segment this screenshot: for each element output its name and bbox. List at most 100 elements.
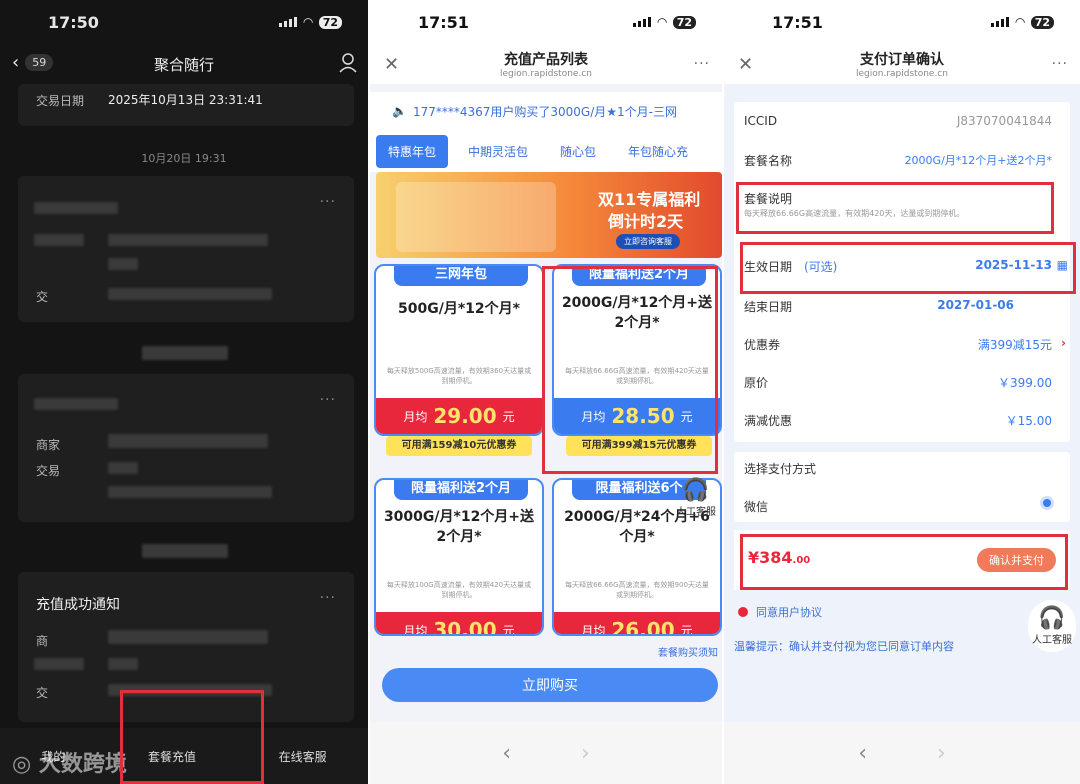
more-icon[interactable]: ··· [1052,56,1068,72]
end-label: 结束日期 [744,300,793,314]
forward-arrow-icon[interactable]: › [937,741,946,766]
wifi-icon: ◠ [657,15,667,29]
banner-button[interactable]: 立即咨询客服 [616,234,680,249]
method-label: 选择支付方式 [744,462,817,476]
status-bar: 17:50 ◠ 72 [0,0,368,44]
card-header: 限量福利送2个月 [572,266,706,286]
customer-service-button[interactable]: 🎧 人工客服 [676,478,716,518]
price-value: 28.50 [611,404,675,428]
card-header: 三网年包 [394,266,528,286]
payment-method: 选择支付方式 微信 [734,452,1070,522]
price-bar: 月均 29.00 元 [376,398,542,434]
agree-checkbox-icon[interactable] [738,607,748,617]
customer-service-button[interactable]: 🎧 人工客服 [1028,600,1076,652]
purchase-marquee: 🔈 177****4367用户购买了3000G/月★1个月-三网 [370,92,722,130]
promo-banner[interactable]: 双11专属福利 倒计时2天 立即咨询客服 [376,172,722,258]
speaker-icon: 🔈 [392,104,407,118]
more-icon[interactable]: ··· [320,590,336,606]
back-arrow-icon[interactable]: ‹ [858,741,867,766]
agree-label[interactable]: 同意用户协议 [756,604,822,620]
tab-flex[interactable]: 随心包 [548,135,608,168]
product-card[interactable]: 三网年包 500G/月*12个月* 每天释放500G高速流量，有效期360天达量… [374,264,544,436]
price-value: 29.00 [433,404,497,428]
unread-count: 59 [25,54,54,71]
status-bar: 17:51 ◠ 72 [724,0,1080,44]
status-bar: 17:51 ◠ 72 [370,0,722,44]
product-desc: 每天释放66.66G高速流量，有效期420天达量或到期停机。 [565,367,709,385]
price-bar: 月均 28.50 元 [554,398,720,434]
price-label: 月均 [403,623,428,636]
banner-illustration [396,182,556,252]
wechat-label: 微信 [744,500,769,514]
product-list-panel: 17:51 ◠ 72 ✕ 充值产品列表 legion.rapidstone.cn… [370,0,722,784]
more-icon[interactable]: ··· [694,56,710,72]
back-button[interactable]: ‹ 59 [12,52,54,73]
price-value: 26.00 [611,618,675,636]
watermark-icon: ◎ [12,752,39,777]
user-icon[interactable] [338,52,358,74]
more-icon[interactable]: ··· [320,392,336,408]
merchant-label: 商家 [36,438,61,452]
agreement-row[interactable]: 同意用户协议 [738,604,822,620]
notice-title: 充值成功通知 [36,597,120,613]
price-label: 月均 [581,623,606,636]
page-title: 支付订单确认 [860,52,944,68]
confirm-pay-button[interactable]: 确认并支付 [977,548,1056,572]
back-arrow-icon[interactable]: ‹ [502,741,511,766]
menu-recharge[interactable]: 套餐充值 [148,748,196,765]
tab-mid[interactable]: 中期灵活包 [456,135,540,168]
page-subtitle: legion.rapidstone.cn [856,69,948,79]
trade-label: 交易 [36,464,61,478]
close-icon[interactable]: ✕ [738,54,753,75]
desc-value: 每天释放66.66G高速流量，有效期420天，达量或到期停机。 [744,209,965,218]
calendar-icon[interactable]: ▦ [1057,258,1068,272]
price-label: 月均 [403,409,428,424]
forward-arrow-icon[interactable]: › [581,741,590,766]
price-unit: 元 [680,409,693,424]
close-icon[interactable]: ✕ [384,54,399,75]
price-bar: 月均 26.00 元 [554,612,720,636]
nav-bar: ‹ 59 聚合随行 [0,44,368,84]
price-unit: 元 [502,409,515,424]
banner-line2: 倒计时2天 [608,212,684,231]
merchant-label: 商 [36,634,49,648]
coupon-label: 优惠券 [744,338,781,352]
purchase-notice-link[interactable]: 套餐购买须知 [658,644,718,659]
tab-annual[interactable]: 特惠年包 [376,134,449,168]
watermark-text: 大数跨境 [38,752,127,777]
product-name: 500G/月*12个月* [398,301,520,317]
signal-icon [279,17,298,27]
status-time: 17:51 [418,12,469,32]
browser-nav: ‹ › [370,722,722,784]
tab-bar: 特惠年包 中期灵活包 随心包 年包随心充 [370,130,722,172]
product-desc: 每天释放66.66G高速流量，有效期900天达量或到期停机。 [565,581,709,599]
page-title: 聚合随行 [153,55,214,74]
order-details: ICCID J837070041844 套餐名称 2000G/月*12个月+送2个月… [734,102,1070,442]
status-time: 17:51 [772,12,823,32]
currency: ¥ [748,548,760,567]
buy-now-button[interactable]: 立即购买 [382,668,718,702]
tab-annual-flex[interactable]: 年包随心充 [616,135,700,168]
page-title: 充值产品列表 [504,52,588,68]
radio-selected-icon[interactable] [1040,496,1054,510]
recharge-notice-card: ··· 充值成功通知 商 交 [18,572,354,722]
product-name: 3000G/月*12个月+送2个月* [383,509,535,545]
watermark: ◎ 大数跨境 [12,746,127,778]
signal-icon [633,17,652,27]
price-value: 30.00 [433,618,497,636]
coupon-value: 满399减15元 [977,338,1052,352]
banner-line1: 双11专属福利 [598,190,701,209]
chevron-right-icon[interactable]: › [1061,336,1066,350]
product-card-selected[interactable]: 限量福利送2个月 2000G/月*12个月+送2个月* 每天释放66.66G高速… [552,264,722,436]
start-value[interactable]: 2025-11-13 [975,258,1052,272]
end-value: 2027-01-06 [937,298,1014,312]
product-desc: 每天释放100G高速流量，有效期420天达量或到期停机。 [386,581,532,599]
more-icon[interactable]: ··· [320,194,336,210]
headset-icon: 🎧 [1038,606,1066,631]
menu-service[interactable]: 在线客服 [279,748,327,765]
browser-nav: ‹ › [724,722,1080,784]
iccid-value: J837070041844 [956,114,1052,128]
wifi-icon: ◠ [1015,15,1025,29]
start-optional: (可选) [804,260,838,274]
product-card[interactable]: 限量福利送2个月 3000G/月*12个月+送2个月* 每天释放100G高速流量… [374,478,544,636]
